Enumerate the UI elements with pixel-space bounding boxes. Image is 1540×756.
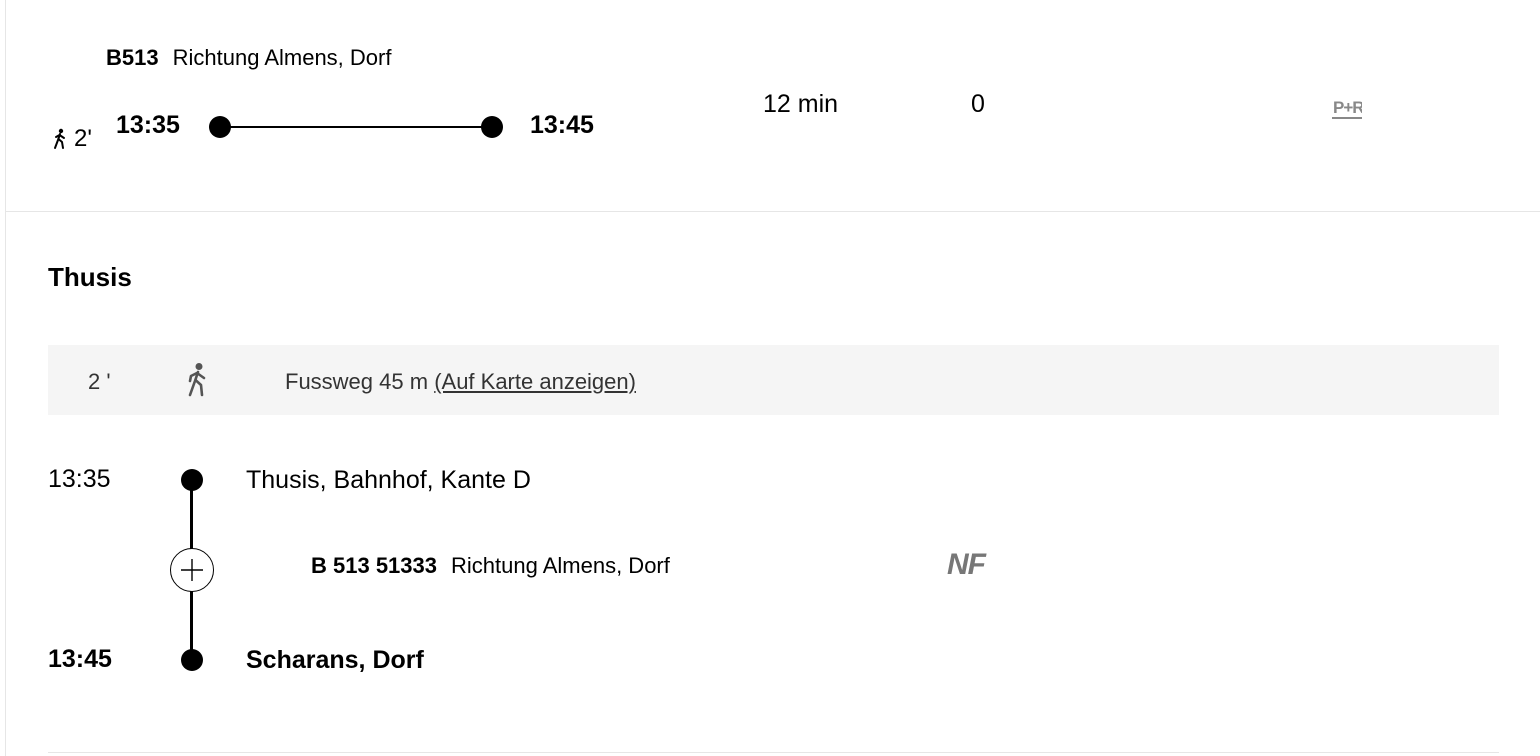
expand-stops-button[interactable] — [170, 548, 214, 592]
arrival-stop: Scharans, Dorf — [246, 646, 424, 674]
connection-timeline — [209, 116, 503, 138]
plus-icon — [181, 559, 203, 581]
departure-time: 13:35 — [48, 465, 111, 493]
connection-summary[interactable]: B513 Richtung Almens, Dorf 2' 13:35 13:45… — [6, 0, 1540, 212]
connection-line — [220, 126, 492, 128]
walk-minutes: 2' — [74, 125, 92, 152]
pedestrian-icon — [54, 128, 65, 149]
journey-line-id: B 513 51333 — [311, 553, 437, 578]
pedestrian-icon — [188, 363, 206, 397]
departure-stop: Thusis, Bahnhof, Kante D — [246, 466, 531, 494]
departure-dot — [209, 116, 231, 138]
journey-line: B 513 51333 Richtung Almens, Dorf — [311, 553, 670, 579]
low-floor-badge: NF — [947, 548, 986, 581]
walk-minutes: 2 ' — [88, 369, 111, 394]
line-direction: Richtung Almens, Dorf — [172, 45, 392, 70]
changes-count: 0 — [971, 90, 985, 118]
walk-section: 2 ' Fussweg 45 m (Auf Karte anzeigen) — [48, 345, 1499, 415]
line-title: B513 Richtung Almens, Dorf — [106, 45, 391, 71]
departure-stop-dot — [181, 469, 203, 491]
divider — [48, 752, 1499, 753]
arrival-stop-dot — [181, 649, 203, 671]
arrival-time: 13:45 — [48, 645, 112, 673]
station-title: Thusis — [48, 262, 132, 292]
arrival-dot — [481, 116, 503, 138]
park-and-ride-icon: P+R — [1332, 98, 1362, 119]
journey-direction: Richtung Almens, Dorf — [451, 553, 670, 578]
facility-label: P+R — [1333, 98, 1362, 117]
departure-time: 13:35 — [116, 111, 180, 139]
show-on-map-link[interactable]: (Auf Karte anzeigen) — [434, 369, 636, 394]
line-id: B513 — [106, 45, 159, 70]
duration: 12 min — [763, 90, 839, 118]
walk-duration: 2' — [52, 125, 92, 153]
walk-distance: Fussweg 45 m — [285, 369, 429, 394]
arrival-time: 13:45 — [530, 111, 594, 139]
walk-description: Fussweg 45 m (Auf Karte anzeigen) — [285, 369, 636, 395]
